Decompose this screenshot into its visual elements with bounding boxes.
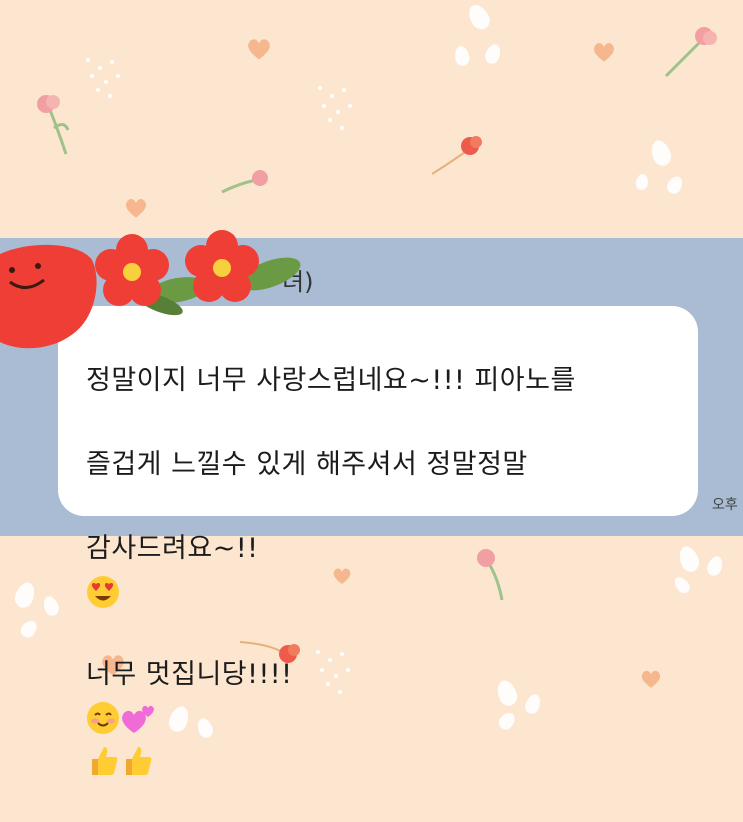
pink-flower-icon — [37, 95, 70, 155]
heart-icon — [248, 39, 270, 60]
petal-decoration — [648, 137, 674, 169]
petal-decoration — [664, 173, 686, 197]
thumbs-up-emoji-icon — [92, 746, 118, 775]
message-line: 즐겁게 느낄수 있게 해주셔서 정말정말 — [86, 449, 528, 480]
petal-decoration — [12, 579, 38, 611]
petal-decoration — [634, 173, 650, 191]
heart-icon — [594, 43, 614, 62]
message-time: 오후 — [712, 497, 738, 513]
message-line: 정말이지 너무 사랑스럽네요~!!! 피아노를 — [86, 365, 576, 396]
petal-decoration — [41, 594, 61, 618]
petal-decoration — [17, 617, 41, 641]
smiling-blush-emoji-icon — [87, 701, 119, 734]
message-text: 정말이지 너무 사랑스럽네요~!!! 피아노를 즐겁게 느낄수 있게 해주셔서 … — [86, 318, 686, 822]
petal-decoration — [705, 554, 725, 578]
message-line: 너무 멋집니당!!!! — [86, 654, 686, 780]
red-flower-icon — [431, 136, 482, 175]
pink-flower-icon — [221, 170, 268, 194]
heart-icon — [126, 199, 146, 218]
two-hearts-emoji-icon — [122, 705, 154, 733]
petal-decoration — [453, 44, 471, 68]
dot-cluster-decoration — [318, 86, 358, 136]
heart-eyes-emoji-icon — [87, 575, 119, 608]
thumbs-up-emoji-icon — [126, 746, 152, 775]
dot-cluster-decoration — [86, 58, 126, 98]
petal-decoration — [483, 42, 503, 66]
pink-flower-icon — [664, 27, 717, 78]
petal-decoration — [464, 1, 494, 33]
profile-flower-sticker — [0, 230, 301, 349]
message-line: 감사드려요~!! — [86, 528, 686, 612]
